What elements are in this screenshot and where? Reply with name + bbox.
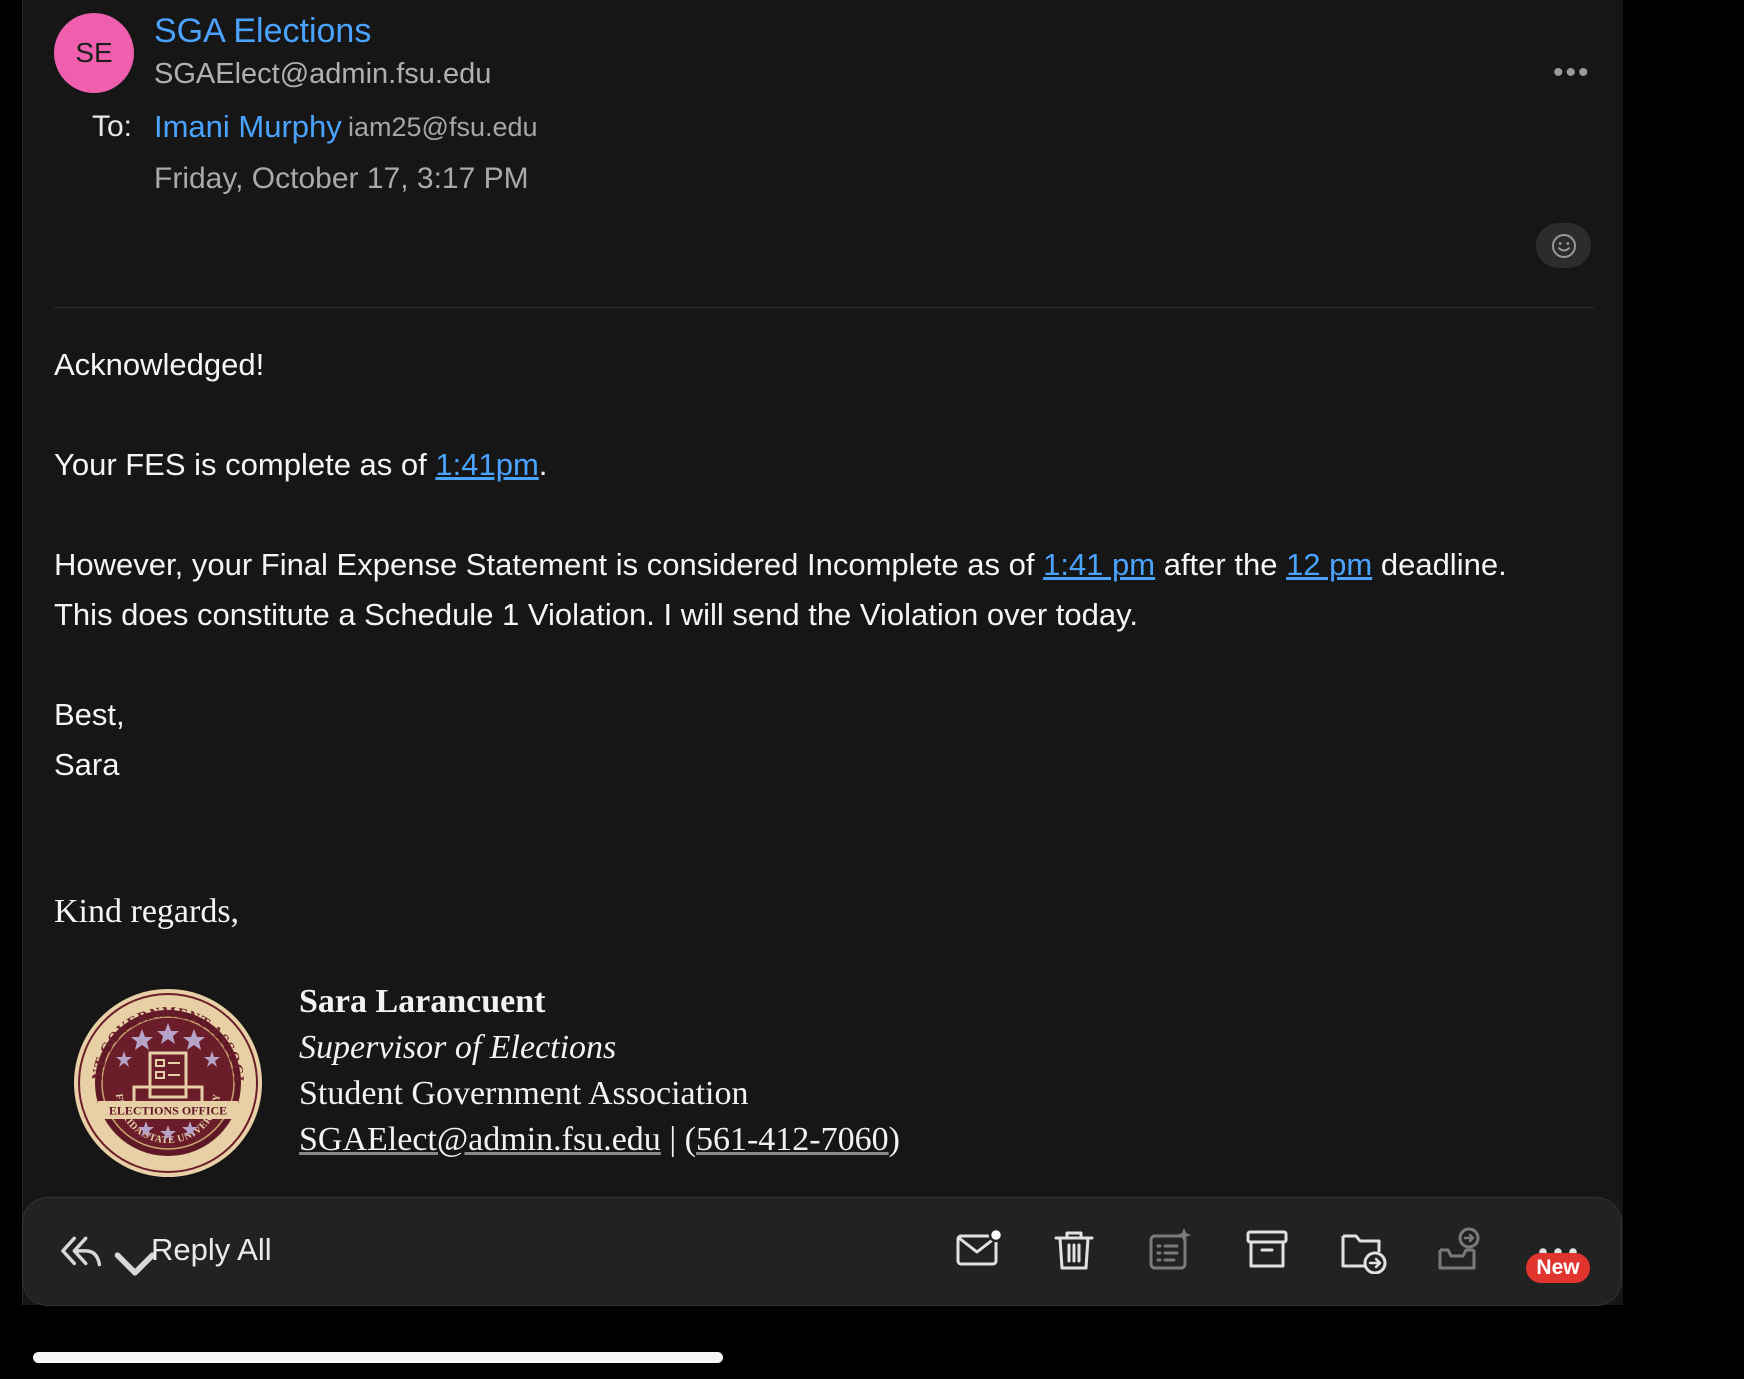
reply-all-icon[interactable] <box>56 1228 104 1276</box>
p1-text: Your FES is complete as of <box>54 447 436 482</box>
body-greeting: Acknowledged! <box>54 347 265 382</box>
p2-end: deadline. <box>1372 547 1507 582</box>
svg-text:ELECTIONS OFFICE: ELECTIONS OFFICE <box>109 1104 227 1118</box>
signature-org: Student Government Association <box>299 1075 749 1112</box>
signature-phone-link[interactable]: 561-412-7060 <box>696 1121 889 1158</box>
summarize-icon[interactable] <box>1146 1226 1194 1274</box>
signature-close-paren: ) <box>888 1121 900 1158</box>
to-label: To: <box>92 110 133 143</box>
body-paragraph-2: However, your Final Expense Statement is… <box>54 540 1507 640</box>
kind-regards: Kind regards, <box>54 893 240 930</box>
more-options-icon[interactable]: ••• <box>1553 56 1591 90</box>
recipient-email: iam25@fsu.edu <box>348 112 538 142</box>
smiley-icon <box>1551 233 1576 258</box>
sender-name[interactable]: SGA Elections <box>154 12 371 51</box>
p2-mid: after the <box>1155 547 1287 582</box>
sender-avatar[interactable]: SE <box>54 13 134 93</box>
reaction-button[interactable] <box>1536 223 1591 268</box>
sent-date: Friday, October 17, 3:17 PM <box>154 162 529 195</box>
avatar-initials: SE <box>75 37 113 68</box>
time-link-3[interactable]: 12 pm <box>1286 547 1372 582</box>
signature-name: Sara Larancuent <box>299 983 546 1020</box>
p1-end: . <box>538 447 548 482</box>
mark-unread-icon[interactable] <box>955 1226 1003 1274</box>
body-closing: Best, Sara <box>54 690 125 790</box>
archive-icon[interactable] <box>1243 1226 1291 1274</box>
home-indicator[interactable] <box>33 1352 723 1363</box>
signoff-name: Sara <box>54 747 120 782</box>
signature-separator: | ( <box>660 1121 696 1158</box>
trash-icon[interactable] <box>1050 1226 1098 1274</box>
action-toolbar: Reply All New <box>22 1197 1622 1306</box>
signature-email-link[interactable]: SGAElect@admin.fsu.edu <box>299 1121 661 1158</box>
report-icon[interactable] <box>1435 1226 1483 1274</box>
sender-email: SGAElect@admin.fsu.edu <box>154 58 492 90</box>
p2-text: However, your Final Expense Statement is… <box>54 547 1044 582</box>
signature-contact: SGAElect@admin.fsu.edu | (561-412-7060) <box>299 1121 900 1159</box>
move-folder-icon[interactable] <box>1339 1226 1387 1274</box>
closing-text: Best, <box>54 697 125 732</box>
recipient-name[interactable]: Imani Murphy <box>154 109 342 145</box>
signature-title: Supervisor of Elections <box>299 1029 617 1066</box>
body-paragraph-1: Your FES is complete as of 1:41pm. <box>54 440 547 490</box>
new-badge[interactable]: New <box>1526 1253 1590 1283</box>
elections-office-seal: STUDENT GOVERNMENT ASSOCIATION FLORIDA S… <box>72 987 262 1177</box>
p2-line2: This does constitute a Schedule 1 Violat… <box>54 597 1138 632</box>
time-link-2[interactable]: 1:41 pm <box>1043 547 1155 582</box>
email-reading-pane: SE SGA Elections SGAElect@admin.fsu.edu … <box>22 0 1623 1305</box>
header-divider <box>54 307 1594 308</box>
time-link-1[interactable]: 1:41pm <box>435 447 538 482</box>
reply-all-button[interactable]: Reply All <box>151 1232 272 1268</box>
